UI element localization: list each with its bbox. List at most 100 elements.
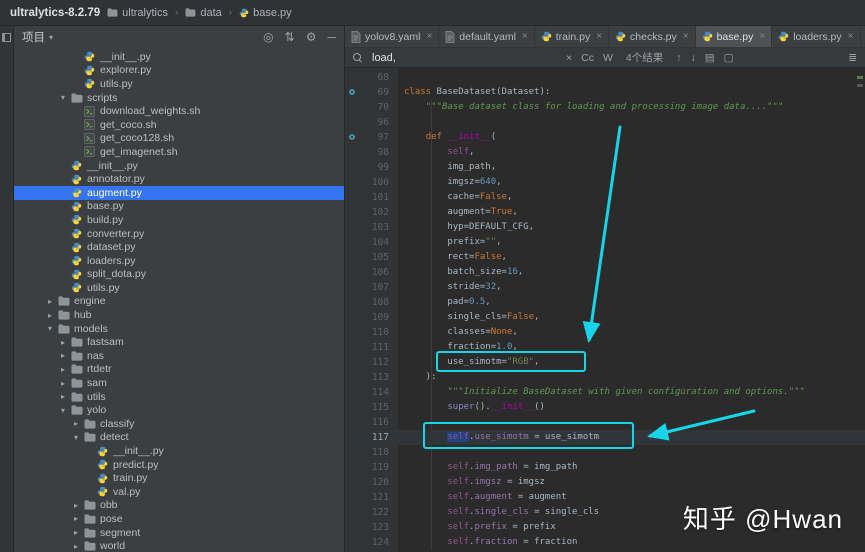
tree-item-dataset.py[interactable]: dataset.py xyxy=(14,240,344,254)
code-line-110[interactable]: 110 classes=None, xyxy=(345,325,865,340)
line-number[interactable]: 118 xyxy=(345,445,398,460)
line-number[interactable]: 117 xyxy=(345,430,398,445)
code-line-119[interactable]: 119 self.img_path = img_path xyxy=(345,460,865,475)
code-line-69[interactable]: 69class BaseDataset(Dataset): xyxy=(345,85,865,100)
line-number[interactable]: 107 xyxy=(345,280,398,295)
line-number[interactable]: 100 xyxy=(345,175,398,190)
code-line-124[interactable]: 124 self.fraction = fraction xyxy=(345,535,865,550)
close-icon[interactable]: × xyxy=(596,31,602,42)
code-line-104[interactable]: 104 prefix="", xyxy=(345,235,865,250)
code-line-112[interactable]: 112 use_simotm="RGB", xyxy=(345,355,865,370)
code-editor[interactable]: 6869class BaseDataset(Dataset):70 """Bas… xyxy=(345,68,865,552)
tree-item-segment[interactable]: ▸segment xyxy=(14,526,344,540)
code-line-116[interactable]: 116 xyxy=(345,415,865,430)
tree-item-split_dota.py[interactable]: split_dota.py xyxy=(14,268,344,282)
tree-item-detect[interactable]: ▾detect xyxy=(14,431,344,445)
tree-item-download_weights.sh[interactable]: download_weights.sh xyxy=(14,104,344,118)
code-line-105[interactable]: 105 rect=False, xyxy=(345,250,865,265)
line-number[interactable]: 108 xyxy=(345,295,398,310)
line-number[interactable]: 114 xyxy=(345,385,398,400)
tree-item-predict.py[interactable]: predict.py xyxy=(14,458,344,472)
line-number[interactable]: 115 xyxy=(345,400,398,415)
tree-item-obb[interactable]: ▸obb xyxy=(14,499,344,513)
breadcrumb-data[interactable]: data xyxy=(185,7,221,19)
tree-item-nas[interactable]: ▸nas xyxy=(14,349,344,363)
tree-item-train.py[interactable]: train.py xyxy=(14,471,344,485)
code-line-97[interactable]: 97 def __init__( xyxy=(345,130,865,145)
line-number[interactable]: 68 xyxy=(345,70,398,85)
match-case-toggle[interactable]: Cc xyxy=(581,52,594,64)
tree-item-world[interactable]: ▸world xyxy=(14,539,344,552)
breadcrumb-project[interactable]: ultralytics xyxy=(107,7,168,19)
locate-icon[interactable]: ◎ xyxy=(263,31,273,43)
close-icon[interactable]: × xyxy=(683,31,689,42)
tree-item-classify[interactable]: ▸classify xyxy=(14,417,344,431)
open-in-find-window-button[interactable]: ▢ xyxy=(724,52,734,64)
collapse-icon[interactable]: ⇅ xyxy=(285,31,295,43)
tab-checks.py[interactable]: checks.py× xyxy=(609,26,696,47)
search-options-menu[interactable]: ≣ xyxy=(848,52,857,64)
line-number[interactable]: 123 xyxy=(345,520,398,535)
code-line-99[interactable]: 99 img_path, xyxy=(345,160,865,175)
tab-yolov8.yaml[interactable]: yolov8.yaml× xyxy=(345,26,439,47)
line-number[interactable]: 96 xyxy=(345,115,398,130)
code-line-120[interactable]: 120 self.imgsz = imgsz xyxy=(345,475,865,490)
tree-item-get_imagenet.sh[interactable]: get_imagenet.sh xyxy=(14,145,344,159)
override-marker-icon[interactable] xyxy=(349,134,355,140)
code-line-102[interactable]: 102 augment=True, xyxy=(345,205,865,220)
chevron-right-icon[interactable]: ▸ xyxy=(57,392,69,401)
next-match-button[interactable]: ↓ xyxy=(691,52,696,64)
line-number[interactable]: 116 xyxy=(345,415,398,430)
search-input[interactable]: load, xyxy=(372,52,557,64)
tree-item-augment.py[interactable]: augment.py xyxy=(14,186,344,200)
clear-search-icon[interactable]: × xyxy=(566,52,572,64)
chevron-down-icon[interactable]: ▾ xyxy=(57,93,69,102)
code-line-109[interactable]: 109 single_cls=False, xyxy=(345,310,865,325)
code-line-118[interactable]: 118 xyxy=(345,445,865,460)
close-icon[interactable]: × xyxy=(522,31,528,42)
code-line-96[interactable]: 96 xyxy=(345,115,865,130)
line-number[interactable]: 70 xyxy=(345,100,398,115)
tree-item-__init__.py[interactable]: __init__.py xyxy=(14,444,344,458)
tree-item-__init__.py[interactable]: __init__.py xyxy=(14,159,344,173)
code-line-68[interactable]: 68 xyxy=(345,70,865,85)
line-number[interactable]: 122 xyxy=(345,505,398,520)
tree-item-utils[interactable]: ▸utils xyxy=(14,390,344,404)
line-number[interactable]: 104 xyxy=(345,235,398,250)
chevron-right-icon[interactable]: ▸ xyxy=(57,338,69,347)
code-line-115[interactable]: 115 super().__init__() xyxy=(345,400,865,415)
tree-item-utils.py[interactable]: utils.py xyxy=(14,281,344,295)
tab-train.py[interactable]: train.py× xyxy=(535,26,609,47)
code-line-117[interactable]: 117 self.use_simotm = use_simotm xyxy=(345,430,865,445)
chevron-right-icon[interactable]: ▸ xyxy=(70,514,82,523)
settings-icon[interactable]: ⚙ xyxy=(306,31,317,43)
tab-converter.py[interactable]: converter.py× xyxy=(861,26,865,47)
code-line-101[interactable]: 101 cache=False, xyxy=(345,190,865,205)
tree-item-models[interactable]: ▾models xyxy=(14,322,344,336)
chevron-right-icon[interactable]: ▸ xyxy=(70,528,82,537)
tree-item-get_coco128.sh[interactable]: get_coco128.sh xyxy=(14,132,344,146)
tree-item-explorer.py[interactable]: explorer.py xyxy=(14,64,344,78)
code-line-70[interactable]: 70 """Base dataset class for loading and… xyxy=(345,100,865,115)
tree-item-utils.py[interactable]: utils.py xyxy=(14,77,344,91)
chevron-down-icon[interactable]: ▾ xyxy=(44,324,56,333)
code-line-107[interactable]: 107 stride=32, xyxy=(345,280,865,295)
tab-loaders.py[interactable]: loaders.py× xyxy=(772,26,860,47)
tree-item-base.py[interactable]: base.py xyxy=(14,200,344,214)
code-line-108[interactable]: 108 pad=0.5, xyxy=(345,295,865,310)
tree-item-__init__.py[interactable]: __init__.py xyxy=(14,50,344,64)
line-number[interactable]: 97 xyxy=(345,130,398,145)
chevron-right-icon[interactable]: ▸ xyxy=(70,542,82,551)
code-line-100[interactable]: 100 imgsz=640, xyxy=(345,175,865,190)
chevron-right-icon[interactable]: ▸ xyxy=(70,419,82,428)
line-number[interactable]: 119 xyxy=(345,460,398,475)
line-number[interactable]: 106 xyxy=(345,265,398,280)
line-number[interactable]: 102 xyxy=(345,205,398,220)
tree-item-build.py[interactable]: build.py xyxy=(14,213,344,227)
tree-item-rtdetr[interactable]: ▸rtdetr xyxy=(14,363,344,377)
chevron-right-icon[interactable]: ▸ xyxy=(44,311,56,320)
code-line-103[interactable]: 103 hyp=DEFAULT_CFG, xyxy=(345,220,865,235)
line-number[interactable]: 105 xyxy=(345,250,398,265)
tree-item-get_coco.sh[interactable]: get_coco.sh xyxy=(14,118,344,132)
chevron-right-icon[interactable]: ▸ xyxy=(57,379,69,388)
